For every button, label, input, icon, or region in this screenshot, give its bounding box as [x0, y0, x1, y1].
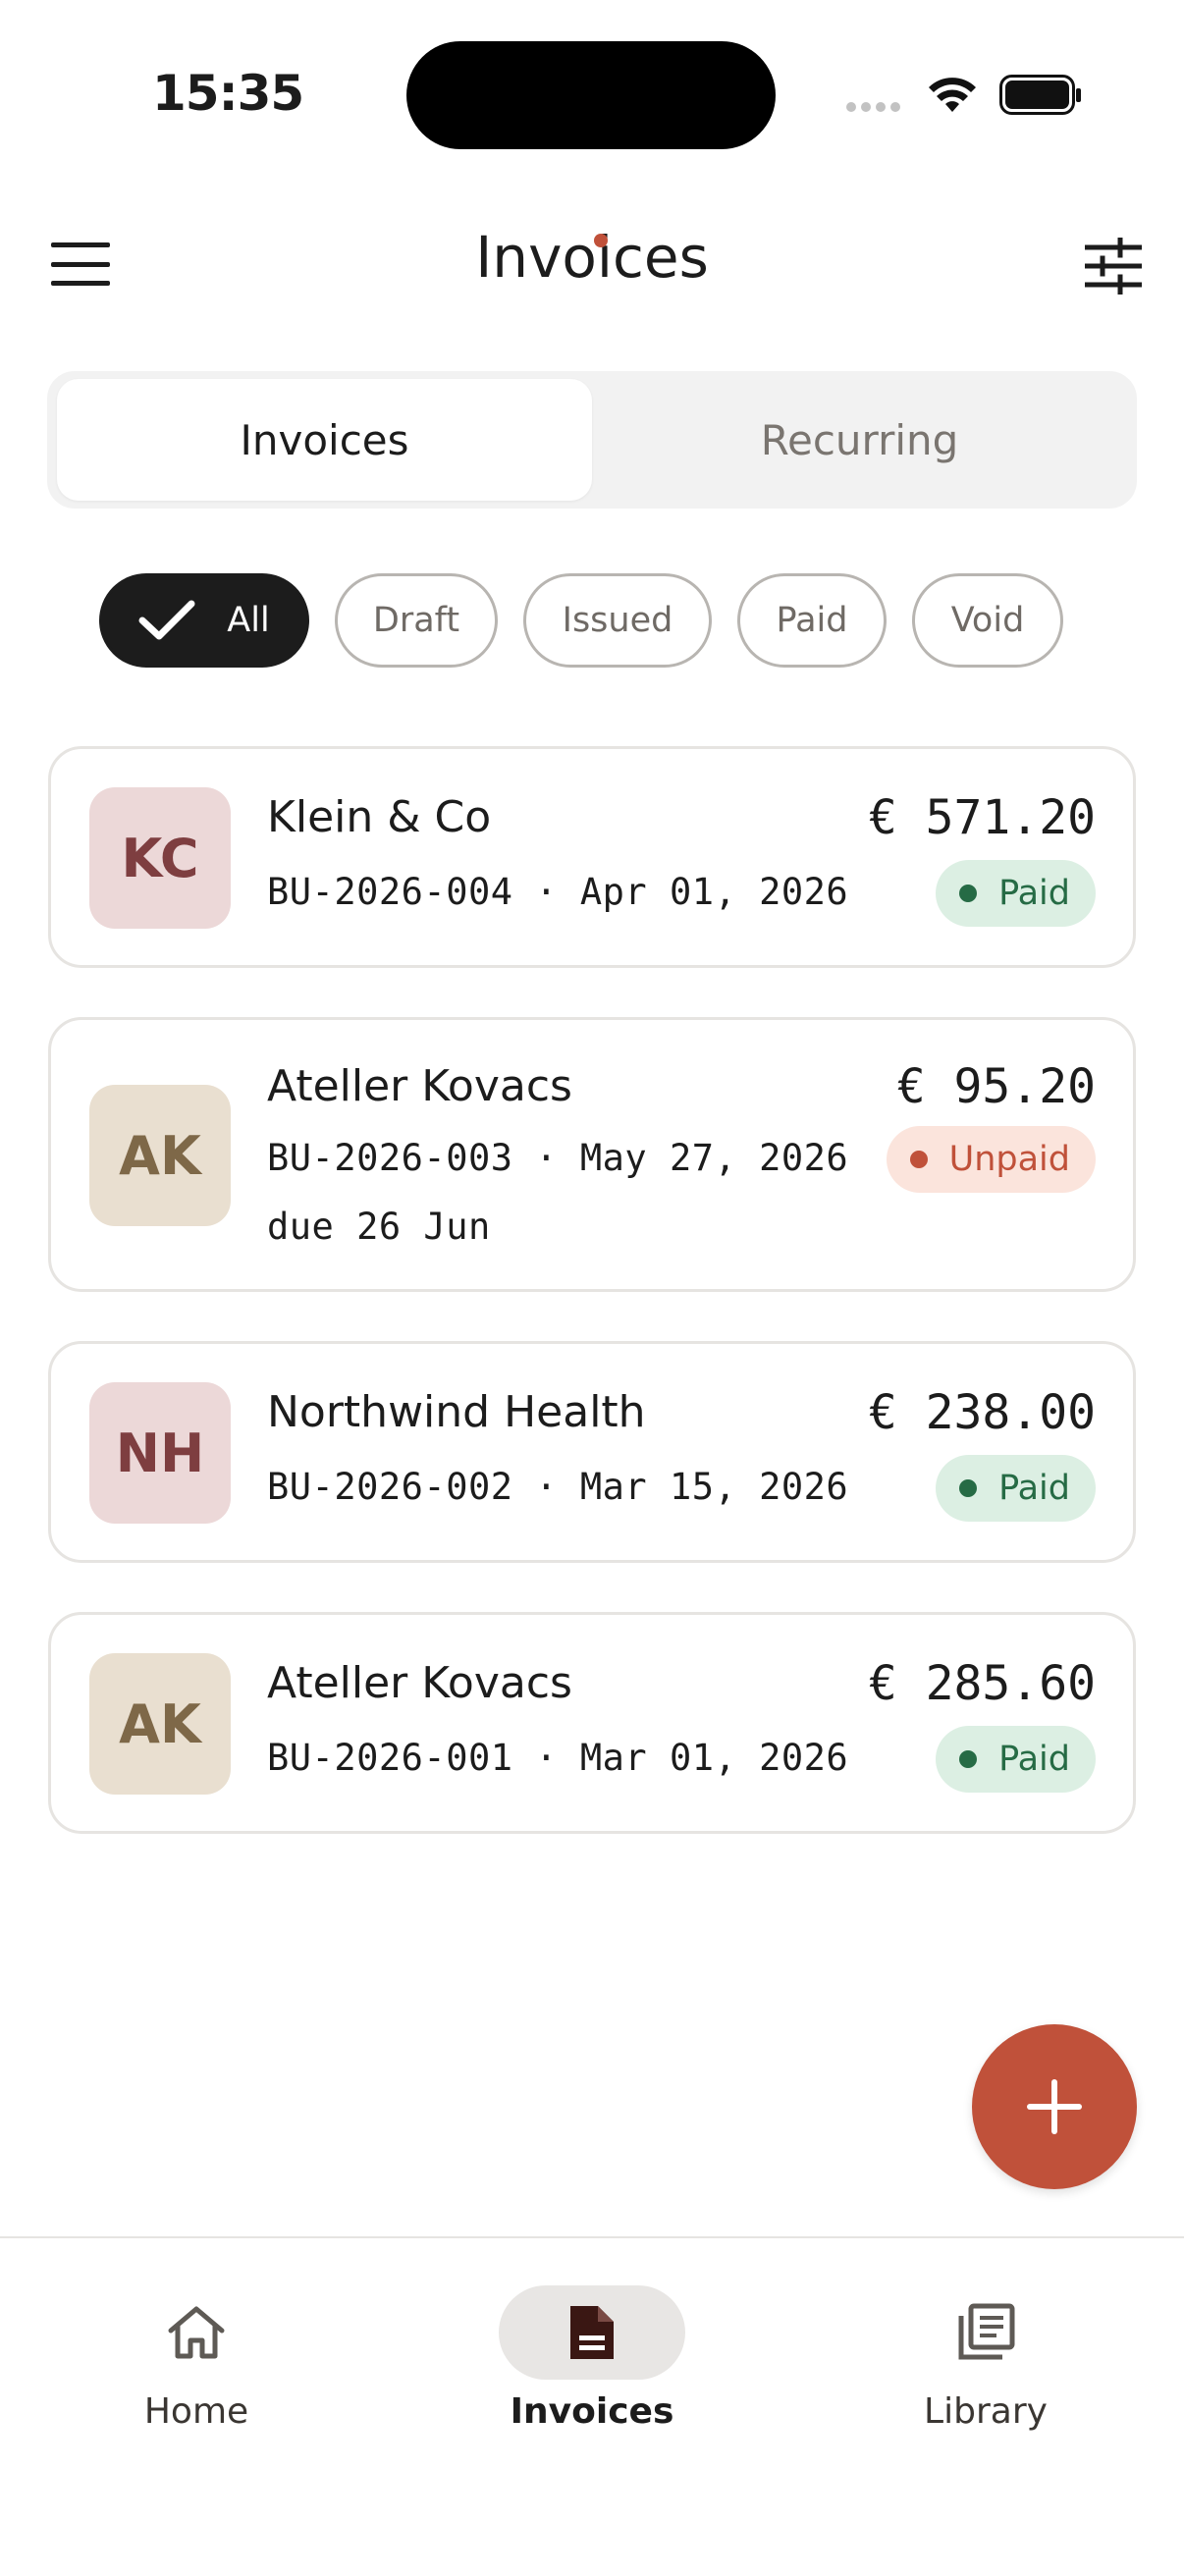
status-dot — [909, 1151, 928, 1168]
bottom-nav: Home Invoices Library — [0, 2236, 1184, 2576]
tab-recurring[interactable]: Recurring — [592, 379, 1127, 501]
invoice-meta: BU-2026-003 · May 27, 2026 — [267, 1137, 849, 1179]
invoice-due: due 26 Jun — [267, 1206, 491, 1248]
segmented-control: Invoices Recurring — [47, 371, 1137, 509]
tab-invoices[interactable]: Invoices — [57, 379, 592, 501]
client-name: Ateller Kovacs — [267, 1658, 572, 1708]
filter-chip-all[interactable]: All — [99, 573, 309, 668]
status-label: Paid — [998, 874, 1070, 913]
battery-icon — [999, 75, 1081, 115]
wifi-icon — [929, 78, 976, 112]
avatar: AK — [89, 1653, 231, 1795]
status-label: Unpaid — [948, 1140, 1070, 1179]
document-icon — [570, 2306, 614, 2359]
nav-item-library[interactable]: Library — [838, 2285, 1133, 2432]
cellular-signal-icon — [846, 102, 900, 112]
status-dot — [959, 885, 978, 902]
status-badge: Paid — [936, 1726, 1096, 1793]
invoice-card[interactable]: AK Ateller Kovacs BU-2026-003 · May 27, … — [48, 1017, 1136, 1292]
client-name: Ateller Kovacs — [267, 1061, 572, 1111]
dynamic-island — [406, 41, 776, 149]
sliders-icon[interactable] — [1085, 238, 1142, 295]
nav-item-home[interactable]: Home — [49, 2285, 344, 2432]
invoice-amount: € 285.60 — [868, 1656, 1096, 1711]
nav-label: Home — [143, 2391, 249, 2432]
add-invoice-button[interactable] — [972, 2024, 1137, 2189]
invoice-card[interactable]: AK Ateller Kovacs BU-2026-001 · Mar 01, … — [48, 1612, 1136, 1834]
invoice-amount: € 95.20 — [896, 1059, 1096, 1114]
invoice-meta: BU-2026-004 · Apr 01, 2026 — [267, 871, 849, 913]
filter-chip-void[interactable]: Void — [912, 573, 1063, 668]
invoice-meta: BU-2026-002 · Mar 15, 2026 — [267, 1466, 849, 1508]
filter-chips: All Draft Issued Paid Void — [99, 573, 1063, 668]
invoice-card[interactable]: KC Klein & Co BU-2026-004 · Apr 01, 2026… — [48, 746, 1136, 968]
status-badge: Unpaid — [886, 1126, 1096, 1193]
home-icon — [168, 2306, 225, 2359]
invoice-amount: € 571.20 — [868, 790, 1096, 845]
invoice-meta: BU-2026-001 · Mar 01, 2026 — [267, 1737, 849, 1779]
nav-label: Library — [924, 2391, 1048, 2432]
client-name: Klein & Co — [267, 792, 492, 842]
avatar: AK — [89, 1085, 231, 1226]
status-dot — [959, 1479, 978, 1497]
filter-chip-issued[interactable]: Issued — [523, 573, 712, 668]
library-icon — [958, 2303, 1015, 2360]
status-badge: Paid — [936, 1455, 1096, 1522]
filter-chip-draft[interactable]: Draft — [335, 573, 498, 668]
page-title: Invoices — [475, 224, 709, 291]
avatar: NH — [89, 1382, 231, 1524]
plus-icon — [1027, 2079, 1082, 2134]
nav-label: Invoices — [510, 2391, 674, 2432]
status-badge: Paid — [936, 860, 1096, 927]
nav-item-invoices[interactable]: Invoices — [445, 2285, 739, 2432]
status-dot — [959, 1750, 978, 1768]
client-name: Northwind Health — [267, 1387, 646, 1437]
invoice-amount: € 238.00 — [868, 1385, 1096, 1440]
filter-chip-paid[interactable]: Paid — [737, 573, 887, 668]
check-icon — [138, 600, 195, 640]
filter-chip-label: All — [227, 601, 270, 640]
status-time: 15:35 — [152, 65, 304, 122]
notification-dot — [594, 234, 608, 247]
status-label: Paid — [998, 1469, 1070, 1508]
avatar: KC — [89, 787, 231, 929]
status-label: Paid — [998, 1740, 1070, 1779]
invoice-card[interactable]: NH Northwind Health BU-2026-002 · Mar 15… — [48, 1341, 1136, 1563]
